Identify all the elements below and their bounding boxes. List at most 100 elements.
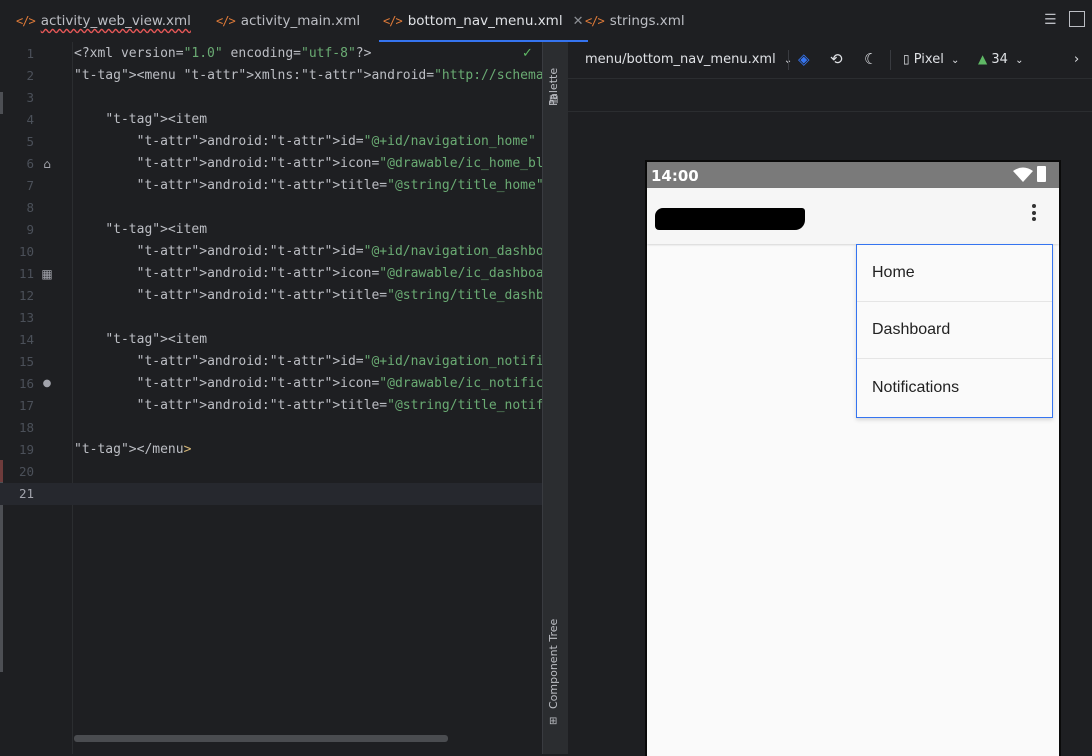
split-view-icon[interactable] xyxy=(1069,11,1085,27)
chevron-down-icon: ⌄ xyxy=(950,55,960,66)
line-number: 2 xyxy=(26,68,34,83)
line-number: 1 xyxy=(26,46,34,61)
editor-tab-bar: </> activity_web_view.xml </> activity_m… xyxy=(0,0,1092,43)
code-text: "t-attr">android:"t-attr">id="@+id/navig… xyxy=(136,244,575,259)
file-path-dropdown[interactable]: menu/bottom_nav_menu.xml ⌄ xyxy=(585,52,792,67)
line-number: 7 xyxy=(26,178,34,193)
xml-file-icon: </> xyxy=(216,14,236,28)
code-line[interactable]: 8 xyxy=(0,197,542,219)
tab-label: bottom_nav_menu.xml xyxy=(407,13,563,29)
api-level-dropdown[interactable]: ▲ 34 ⌄ xyxy=(978,52,1023,67)
code-line[interactable]: 5 "t-attr">android:"t-attr">id="@+id/nav… xyxy=(0,131,542,153)
line-number: 14 xyxy=(18,332,34,347)
more-options-icon[interactable] xyxy=(1030,204,1038,224)
code-text: "t-tag"><item xyxy=(105,332,208,347)
code-line[interactable]: 7 "t-attr">android:"t-attr">title="@stri… xyxy=(0,175,567,197)
line-number: 15 xyxy=(18,354,34,369)
toolbar-divider xyxy=(788,50,789,70)
tab-label: strings.xml xyxy=(609,13,685,29)
chevron-right-icon[interactable]: › xyxy=(1074,52,1079,67)
android-icon: ▲ xyxy=(978,52,988,66)
code-line[interactable]: 9 "t-tag"><item xyxy=(0,219,542,241)
code-text: "t-tag"><item xyxy=(105,222,208,237)
line-number: 16 xyxy=(18,376,34,391)
chevron-down-icon: ⌄ xyxy=(1015,55,1024,66)
code-line[interactable]: 6 ⌂ "t-attr">android:"t-attr">icon="@draw… xyxy=(0,153,614,175)
code-line[interactable]: 3 xyxy=(0,87,542,109)
preview-toolbar: menu/bottom_nav_menu.xml ⌄ ◈ ⟲ ☾ ▯ Pixel… xyxy=(568,42,1092,79)
line-number: 17 xyxy=(18,398,34,413)
tab-label: activity_web_view.xml xyxy=(40,13,191,29)
bell-icon[interactable]: ● xyxy=(40,377,54,391)
component-tree-icon: ⊞ xyxy=(549,716,558,727)
menu-list-icon[interactable]: ☰ xyxy=(1044,12,1057,28)
tab-strings[interactable]: </> strings.xml xyxy=(585,0,685,42)
code-line[interactable]: 16 ● "t-attr">android:"t-attr">icon="@dra… xyxy=(0,373,685,395)
status-bar: 14:00 xyxy=(647,162,1059,188)
line-number: 6 xyxy=(26,156,34,171)
code-editor[interactable]: 1 <?xml version="1.0" encoding="utf-8"?> 2… xyxy=(0,42,786,754)
menu-item-home[interactable]: Home xyxy=(857,245,1052,302)
menu-item-label: Dashboard xyxy=(872,321,951,338)
status-time: 14:00 xyxy=(651,167,699,185)
line-number: 11 xyxy=(18,266,34,281)
code-line[interactable]: 18 xyxy=(0,417,542,439)
menu-item-notifications[interactable]: Notifications xyxy=(857,360,1052,416)
code-line[interactable]: 1 <?xml version="1.0" encoding="utf-8"?> xyxy=(0,43,542,65)
menu-item-label: Notifications xyxy=(872,379,960,396)
code-line[interactable]: 19 "t-tag"></menu> xyxy=(0,439,542,461)
device-label: Pixel xyxy=(913,52,944,67)
code-line[interactable]: 10 "t-attr">android:"t-attr">id="@+id/na… xyxy=(0,241,575,263)
api-level-label: 34 xyxy=(991,52,1008,67)
xml-file-icon: </> xyxy=(16,14,36,28)
line-number: 3 xyxy=(26,90,34,105)
code-line[interactable]: 13 xyxy=(0,307,542,329)
tab-activity-web-view[interactable]: </> activity_web_view.xml xyxy=(16,0,191,42)
tool-window-strip: Palette ▤ Component Tree ⊞ xyxy=(542,42,569,754)
code-line[interactable]: 15 "t-attr">android:"t-attr">id="@+id/na… xyxy=(0,351,606,373)
code-text: <?xml version="1.0" encoding="utf-8"?> xyxy=(74,46,372,61)
code-line[interactable]: 21 xyxy=(0,483,542,505)
home-icon[interactable]: ⌂ xyxy=(40,157,54,171)
line-number: 8 xyxy=(26,200,34,215)
layers-icon[interactable]: ◈ xyxy=(798,50,810,68)
component-tree-tool-button[interactable]: Component Tree xyxy=(547,619,560,709)
component-tree-label: Component Tree xyxy=(547,618,560,709)
menu-item-dashboard[interactable]: Dashboard xyxy=(857,302,1052,359)
code-line[interactable]: 17 "t-attr">android:"t-attr">title="@str… xyxy=(0,395,638,417)
code-line[interactable]: 4 "t-tag"><item xyxy=(0,109,542,131)
device-dropdown[interactable]: ▯ Pixel ⌄ xyxy=(903,52,959,67)
phone-icon: ▯ xyxy=(903,52,910,66)
code-line[interactable]: 11 ▦ "t-attr">android:"t-attr">icon="@dra… xyxy=(0,263,653,285)
app-bar xyxy=(647,188,1059,244)
line-number: 4 xyxy=(26,112,34,127)
code-line[interactable]: 12 "t-attr">android:"t-attr">title="@str… xyxy=(0,285,606,307)
dashboard-icon[interactable]: ▦ xyxy=(40,267,54,281)
battery-icon xyxy=(1037,166,1046,182)
code-line[interactable]: 20 xyxy=(0,461,542,483)
line-number: 12 xyxy=(18,288,34,303)
tab-activity-main[interactable]: </> activity_main.xml xyxy=(216,0,360,42)
code-line[interactable]: 14 "t-tag"><item xyxy=(0,329,542,351)
toolbar-divider xyxy=(890,50,891,70)
code-text: "t-attr">android:"t-attr">id="@+id/navig… xyxy=(136,354,607,369)
layout-preview-panel: menu/bottom_nav_menu.xml ⌄ ◈ ⟲ ☾ ▯ Pixel… xyxy=(568,42,1092,756)
line-number: 10 xyxy=(18,244,34,259)
code-text: "t-attr">android:"t-attr">title="@string… xyxy=(136,178,568,193)
line-number: 19 xyxy=(18,442,34,457)
line-number: 5 xyxy=(26,134,34,149)
device-preview: 14:00 Home Dashboard Notifications xyxy=(645,160,1061,756)
popup-menu: Home Dashboard Notifications xyxy=(856,244,1053,418)
horizontal-scrollbar[interactable] xyxy=(74,735,448,742)
code-text: "t-attr">android:"t-attr">title="@string… xyxy=(136,288,607,303)
rotate-icon[interactable]: ⟲ xyxy=(830,50,843,68)
line-number: 20 xyxy=(18,464,34,479)
xml-file-icon: </> xyxy=(383,14,403,28)
night-mode-icon[interactable]: ☾ xyxy=(864,50,877,68)
close-tab-icon[interactable]: ✕ xyxy=(573,14,584,29)
code-line[interactable]: 2 "t-tag"><menu "t-attr">xmlns:"t-attr">a… xyxy=(0,65,786,87)
code-text: "t-tag"></menu> xyxy=(74,442,192,457)
preview-subtoolbar xyxy=(568,79,1092,112)
menu-item-label: Home xyxy=(872,264,915,281)
tab-bottom-nav-menu[interactable]: </> bottom_nav_menu.xml ✕ xyxy=(379,0,587,42)
